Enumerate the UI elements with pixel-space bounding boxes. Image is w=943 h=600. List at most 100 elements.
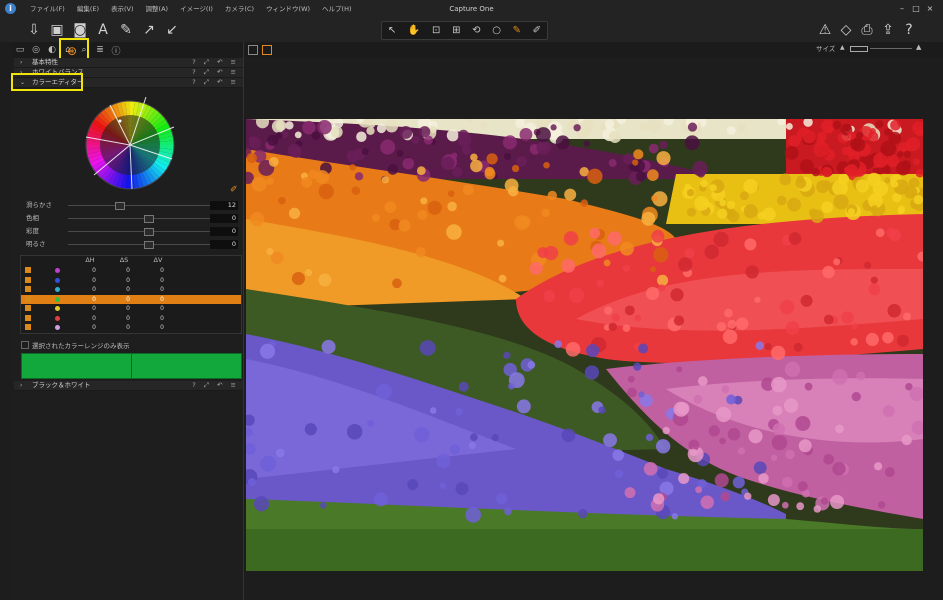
import-icon[interactable]: ⇩ — [24, 19, 44, 41]
cursor-tool-icon[interactable]: ✎ — [513, 25, 521, 36]
cell-dv: 0 — [160, 305, 164, 312]
row-checkbox[interactable] — [25, 324, 31, 330]
table-row[interactable]: 0 0 0 — [21, 323, 241, 332]
cursor-tool-icon[interactable]: ✐ — [533, 25, 541, 36]
table-row[interactable]: 0 0 0 — [21, 276, 241, 285]
section-basic[interactable]: › 基本特性 ? ⤢ ↶ ≡ — [14, 58, 243, 68]
table-row[interactable]: 0 0 0 — [21, 304, 241, 313]
viewer-toolbar — [244, 42, 943, 57]
size-slider[interactable]: ▲ ▲ — [840, 43, 930, 52]
flower-blob — [612, 449, 624, 461]
table-row[interactable]: 0 0 0 — [21, 285, 241, 294]
flower-blob — [275, 120, 287, 131]
flower-blob — [916, 129, 923, 137]
flower-blob — [439, 482, 447, 490]
slider-track[interactable] — [68, 205, 228, 206]
selected-only-checkbox[interactable] — [21, 341, 29, 349]
section-controls[interactable]: ? ⤢ ↶ ≡ — [192, 381, 239, 390]
flower-blob — [589, 227, 601, 239]
cursor-tool-icon[interactable]: ○ — [492, 25, 501, 36]
section-controls[interactable]: ? ⤢ ↶ ≡ — [192, 68, 239, 77]
help-icon[interactable]: ? — [899, 19, 919, 41]
flower-blob — [470, 153, 478, 162]
flower-blob — [384, 201, 397, 213]
capture-icon[interactable]: ▣ — [47, 19, 67, 41]
flower-blob — [446, 224, 462, 240]
flower-blob — [369, 121, 376, 128]
flower-blob — [834, 424, 844, 434]
flower-blob — [561, 428, 576, 443]
cursor-tool-icon[interactable]: ⊡ — [432, 25, 440, 36]
flower-blob — [714, 473, 729, 488]
size-slider-track[interactable] — [850, 46, 868, 52]
capture-tab-icon[interactable]: ◐ — [44, 45, 60, 55]
section-title: 基本特性 — [32, 58, 58, 66]
flower-blob — [541, 208, 550, 218]
flower-blob — [387, 164, 399, 175]
row-checkbox[interactable] — [25, 267, 31, 273]
slider-knob[interactable] — [144, 241, 154, 249]
flower-blob — [745, 265, 759, 279]
picker-icon[interactable]: ✐ — [230, 185, 238, 195]
flower-blob — [320, 502, 327, 509]
table-row[interactable]: 0 0 0 — [21, 294, 241, 304]
flower-blob — [771, 345, 786, 361]
single-view-icon[interactable] — [262, 45, 272, 55]
slider-row: 滑らかさ 12 — [26, 201, 242, 210]
flower-blob — [429, 125, 437, 134]
row-checkbox[interactable] — [25, 286, 31, 292]
flower-blob — [784, 361, 801, 378]
cursor-tool-icon[interactable]: ✋ — [408, 25, 420, 36]
flower-blob — [822, 265, 835, 279]
list-icon[interactable]: ≣ — [92, 45, 108, 55]
row-checkbox[interactable] — [25, 305, 31, 311]
arrow-up-right-icon[interactable]: ↗ — [139, 19, 159, 41]
minimize-button[interactable]: – — [895, 0, 909, 18]
flower-blob — [632, 159, 639, 166]
warning-icon[interactable]: ⚠ — [815, 19, 835, 41]
section-bw[interactable]: › ブラック＆ホワイト ? ⤢ ↶ ≡ — [14, 381, 243, 391]
section-controls[interactable]: ? ⤢ ↶ ≡ — [192, 78, 239, 87]
flower-blob — [414, 427, 430, 443]
arrow-down-left-icon[interactable]: ↙ — [162, 19, 182, 41]
selection-point[interactable] — [118, 119, 122, 123]
info-icon[interactable]: ⓘ — [108, 44, 124, 57]
text-icon[interactable]: A — [93, 19, 113, 41]
print-icon[interactable]: ⎙ — [857, 19, 877, 41]
export-icon[interactable]: ⇪ — [878, 19, 898, 41]
table-row[interactable]: 0 0 0 — [21, 266, 241, 275]
maximize-button[interactable]: □ — [909, 0, 923, 18]
close-button[interactable]: × — [923, 0, 937, 18]
slider-knob[interactable] — [115, 202, 126, 210]
slider-value[interactable]: 0 — [210, 214, 238, 223]
cursor-tool-icon[interactable]: ⊞ — [452, 25, 460, 36]
section-controls[interactable]: ? ⤢ ↶ ≡ — [192, 58, 239, 67]
slider-value[interactable]: 0 — [210, 240, 238, 249]
camera-icon[interactable]: ◙ — [70, 19, 90, 41]
row-checkbox[interactable] — [25, 314, 31, 321]
lens-icon[interactable]: ◎ — [28, 45, 44, 55]
eye-icon[interactable]: ◇ — [836, 19, 856, 41]
flower-blob — [850, 139, 861, 150]
slider-knob[interactable] — [144, 215, 154, 223]
flower-blob — [423, 135, 433, 145]
color-wheel[interactable] — [82, 97, 178, 193]
color-icon[interactable]: ⊛ — [67, 44, 77, 58]
flower-blob — [584, 365, 600, 380]
cursor-tool-icon[interactable]: ↖ — [388, 25, 396, 36]
brush-icon[interactable]: ✎ — [116, 19, 136, 41]
row-checkbox[interactable] — [25, 295, 31, 302]
slider-knob[interactable] — [144, 228, 154, 236]
cursor-tool-icon[interactable]: ⟲ — [472, 25, 480, 36]
flower-blob — [251, 176, 267, 192]
slider-value[interactable]: 0 — [210, 227, 238, 236]
table-row[interactable]: 0 0 0 — [21, 314, 241, 323]
grid-view-icon[interactable] — [248, 45, 258, 55]
slider-value[interactable]: 12 — [210, 201, 238, 210]
flower-blob — [684, 183, 691, 190]
row-checkbox[interactable] — [25, 276, 31, 283]
viewer-image[interactable] — [246, 119, 923, 571]
flower-blob — [392, 278, 402, 289]
flower-blob — [821, 201, 834, 214]
folder-icon[interactable]: ▭ — [12, 45, 28, 55]
